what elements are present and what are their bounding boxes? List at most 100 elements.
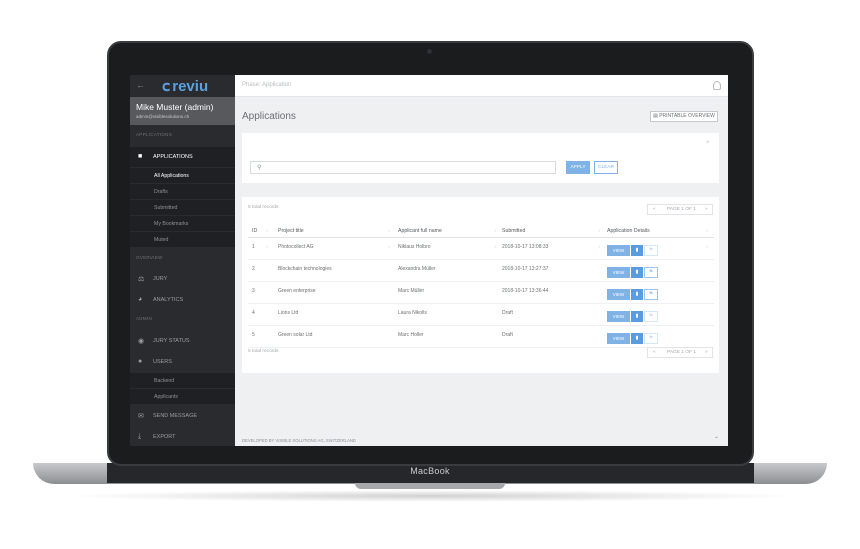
laptop-brand-label: MacBook [410,466,450,476]
sidebar-item-label: JURY STATUS [153,338,190,344]
table-row[interactable]: 2 Blockchain technologies Alexandra Müll… [248,261,714,282]
table-row[interactable]: 3 Green enterprise Marc Müller 2018-10-1… [248,283,714,304]
column-header-applicant[interactable]: Applicant full name [398,228,442,234]
sidebar-subitem-label: Submitted [154,205,178,211]
table-row[interactable]: 5 Green solar Ltd Marc Holler Draft VIEW… [248,327,714,348]
folder-icon: ■ [138,153,143,160]
sidebar-subitem-backend[interactable]: Backend [130,373,235,388]
sidebar-subitem-submitted[interactable]: Submitted [130,200,235,215]
pagination-top: « PAGE 1 OF 1 » [647,204,713,215]
sidebar-subitem-label: Applicants [154,394,178,400]
cell-applicant: Marc Müller [398,288,425,294]
printable-overview-button[interactable]: ▤ PRINTABLE OVERVIEW [650,111,718,122]
sidebar-item-analytics[interactable]: ◕ ANALYTICS [130,290,235,310]
section-label-overview: OVERVIEW [136,255,163,260]
clear-button[interactable]: CLEAR [594,161,618,174]
view-button[interactable]: VIEW [607,267,630,278]
cell-applicant: Alexandra Müller [398,266,436,272]
sort-icon[interactable]: ↕ [598,228,600,233]
printable-overview-label: PRINTABLE OVERVIEW [659,113,715,119]
scroll-to-top-icon[interactable]: ⌃ [714,436,719,443]
sidebar-subitem-drafts[interactable]: Drafts [130,184,235,199]
cell-submitted: 2018-10-17 13:08:33 [502,244,549,250]
cell-project-title: Photocollect AG [278,244,314,250]
eye-icon: ◉ [138,338,145,345]
search-input[interactable]: ⚲ [250,161,556,174]
cell-submitted: 2018-10-17 13:27:37 [502,266,549,272]
sort-icon[interactable]: ↕ [266,228,268,233]
phase-label: Phase: Application [242,82,292,88]
profile-block: Mike Muster (admin) admin@visiblesolutio… [130,97,235,125]
column-header-id[interactable]: ID [252,228,257,234]
tag-icon[interactable]: ⚑ [644,311,658,322]
sidebar-item-users[interactable]: ● USERS [130,352,235,372]
sidebar-subitem-my-bookmarks[interactable]: My Bookmarks [130,216,235,231]
user-account-icon[interactable] [713,81,721,90]
sort-icon: ↕ [266,244,268,249]
sidebar-item-label: EXPORT [153,434,176,440]
view-button[interactable]: VIEW [607,289,630,300]
pagination-bottom: « PAGE 1 OF 1 » [647,347,713,358]
back-arrow-icon[interactable]: ← [136,80,145,90]
pagination-prev-button[interactable]: « [653,350,656,355]
cell-project-title: Blockchain technologies [278,266,332,272]
sort-icon[interactable]: ↕ [706,228,708,233]
sidebar-item-label: JURY [153,276,168,282]
column-header-project-title[interactable]: Project title [278,228,304,234]
section-label-admin: ADMIN [136,316,152,321]
pagination-next-button[interactable]: » [705,350,708,355]
page-title: Applications [242,111,296,122]
users-icon: ● [138,358,143,365]
pagination-prev-button[interactable]: « [653,207,656,212]
pagination-label: PAGE 1 OF 1 [667,207,696,212]
sort-icon: ↕ [494,244,496,249]
cell-submitted: 2018-10-17 13:36:44 [502,288,549,294]
laptop-notch [355,483,505,489]
bookmark-icon[interactable]: ▮ [631,267,643,278]
close-icon[interactable]: × [706,140,710,146]
bookmark-icon[interactable]: ▮ [631,289,643,300]
cell-id: 3 [252,288,255,294]
tag-icon[interactable]: ⚑ [644,267,658,278]
bookmark-icon[interactable]: ▮ [631,333,643,344]
scale-icon: ⚖ [138,276,145,283]
view-button[interactable]: VIEW [607,333,630,344]
table-header: ID ↕ Project title ↕ Applicant full name… [248,225,714,238]
tag-icon[interactable]: ⚑ [644,289,658,300]
bookmark-icon[interactable]: ▮ [631,311,643,322]
sidebar-item-send-message[interactable]: ✉ SEND MESSAGE [130,406,235,426]
column-header-submitted[interactable]: Submitted [502,228,525,234]
view-button[interactable]: VIEW [607,311,630,322]
apply-button[interactable]: APPLY [566,161,590,174]
cell-id: 1 [252,244,255,250]
cell-submitted: Draft [502,332,513,338]
laptop-shadow [60,490,800,502]
sidebar-item-export[interactable]: ⤓ EXPORT [130,427,235,446]
app-logo[interactable]: 𝖼 reviu [162,77,208,95]
laptop-mockup: MacBook ← 𝖼 reviu Phase: Application Mike… [0,0,860,549]
tag-icon[interactable]: ⚑ [644,333,658,344]
sort-icon[interactable]: ↕ [388,228,390,233]
sidebar-item-jury[interactable]: ⚖ JURY [130,269,235,289]
sidebar-item-applications[interactable]: ■ APPLICATIONS [130,147,235,167]
sidebar-item-label: ANALYTICS [153,297,184,303]
footer-credit: DEVELOPED BY VISIBLE SOLUTIONS AG, SWITZ… [242,438,356,443]
bookmark-icon[interactable]: ▮ [631,245,643,256]
sidebar-subitem-label: My Bookmarks [154,221,189,227]
view-button[interactable]: VIEW [607,245,630,256]
tag-icon[interactable]: ⚑ [644,245,658,256]
sidebar-subitem-all-applications[interactable]: All Applications [130,168,235,183]
table-row[interactable]: 1 ↕ Photocollect AG ↕ Niklaus Holbro ↕ 2… [248,239,714,260]
sidebar-subitem-label: All Applications [154,173,189,179]
sidebar-item-jury-status[interactable]: ◉ JURY STATUS [130,331,235,351]
pagination-next-button[interactable]: » [705,207,708,212]
sort-icon[interactable]: ↕ [494,228,496,233]
download-icon: ⤓ [138,433,142,440]
sidebar-subitem-muted[interactable]: Muted [130,232,235,247]
print-icon: ▤ [653,113,658,119]
total-records: 5 total records [248,205,279,210]
table-row[interactable]: 4 Lions Ltd Laura Nikolls Draft VIEW ▮ ⚑ [248,305,714,326]
logo-text: reviu [172,78,209,95]
sidebar-subitem-applicants[interactable]: Applicants [130,389,235,404]
sidebar-subitem-label: Backend [154,378,175,384]
